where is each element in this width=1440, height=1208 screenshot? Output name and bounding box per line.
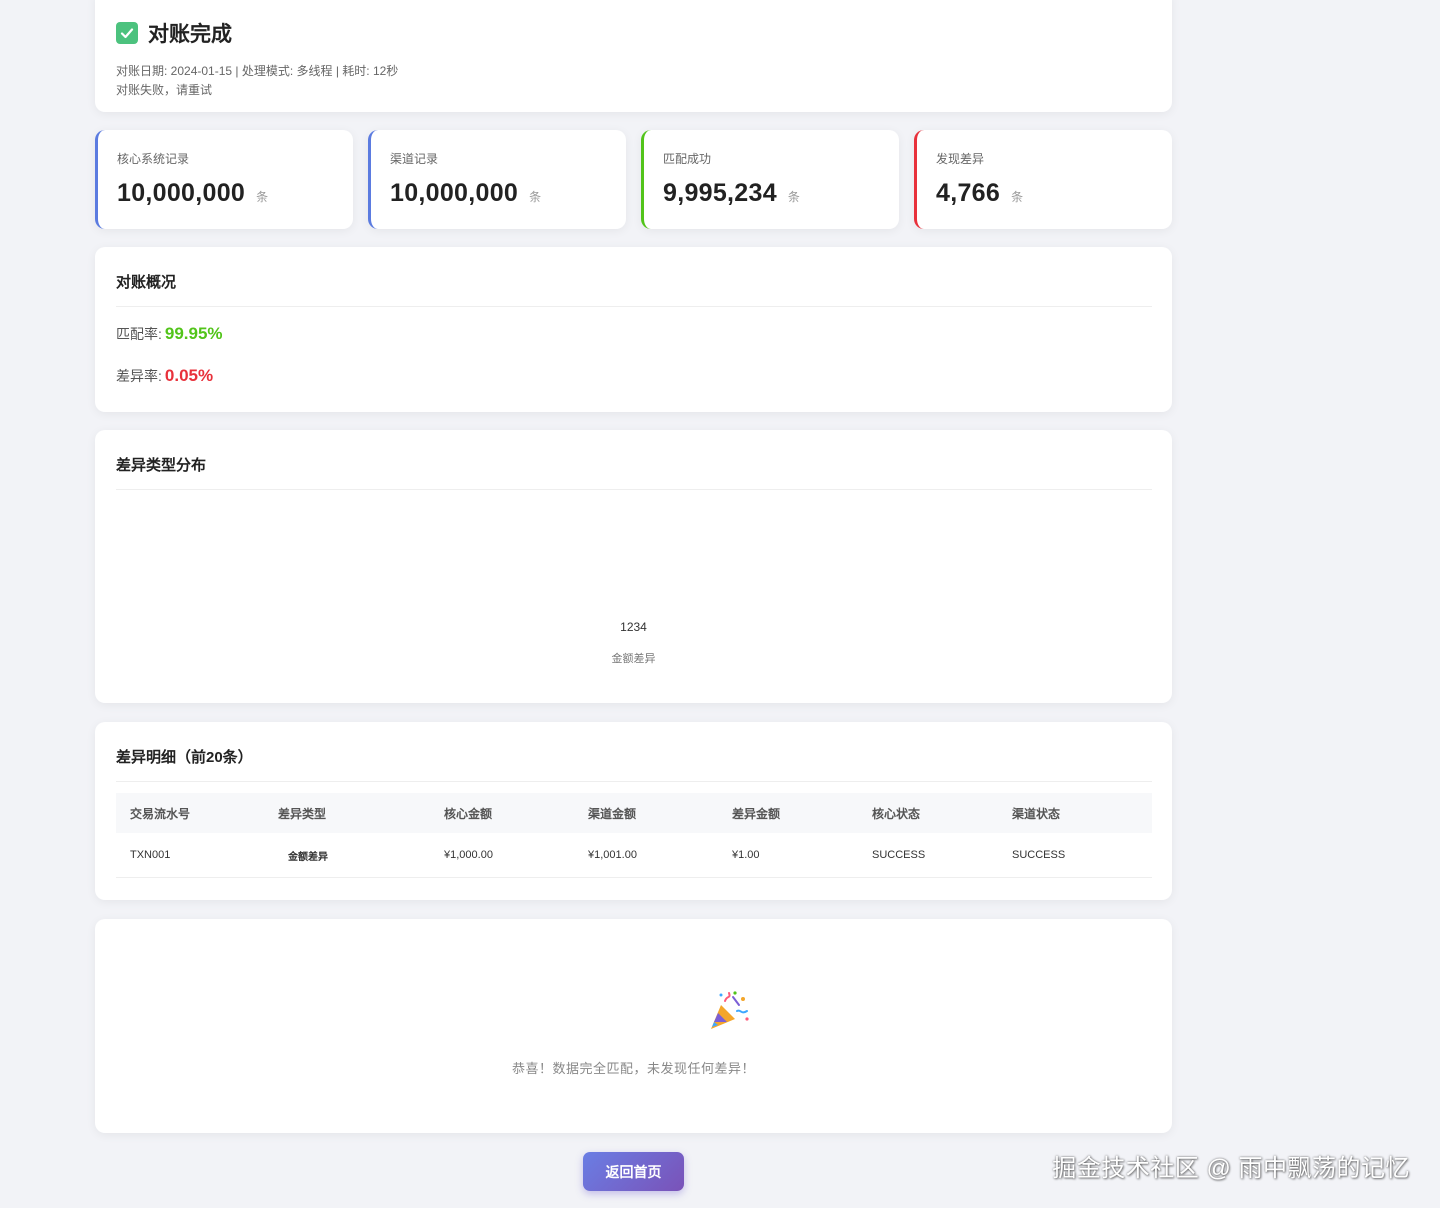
- table-cell: ¥1,001.00: [588, 849, 637, 861]
- diff-rate-row: 差异率: 0.05%: [116, 366, 1152, 386]
- page: 对账完成 对账日期: 2024-01-15 | 处理模式: 多线程 | 耗时: …: [0, 0, 1440, 1208]
- stat-label: 渠道记录: [390, 152, 439, 166]
- column-header: 差异金额: [732, 806, 781, 821]
- header-title-row: 对账完成: [116, 18, 1151, 48]
- diff-rate-value: 0.05%: [164, 366, 214, 385]
- match-rate-label: 匹配率:: [116, 326, 162, 342]
- party-popper-icon: [707, 989, 751, 1038]
- back-home-button[interactable]: 返回首页: [583, 1152, 684, 1191]
- stat-unit: 条: [529, 190, 542, 204]
- stat-card-channel-records: 渠道记录 10,000,000 条: [368, 130, 626, 229]
- stat-unit: 条: [1011, 190, 1024, 204]
- stat-unit: 条: [787, 190, 800, 204]
- match-rate-value: 99.95%: [164, 324, 223, 343]
- stat-value: 10,000,000: [117, 179, 246, 207]
- difference-table: 交易流水号 差异类型 核心金额 渠道金额 差异金额 核心状态 渠道状态 TXN0…: [116, 793, 1152, 878]
- diff-type-badge: 金额差异: [288, 851, 328, 863]
- stat-label: 匹配成功: [663, 152, 712, 166]
- section-title: 差异明细（前20条）: [116, 746, 1152, 782]
- checkmark-icon: [116, 22, 138, 44]
- distribution-count: 1234: [620, 620, 647, 634]
- stat-value: 10,000,000: [390, 179, 519, 207]
- stat-value: 9,995,234: [663, 179, 777, 207]
- table-row: TXN001 金额差异 ¥1,000.00 ¥1,001.00 ¥1.00 SU…: [116, 833, 1152, 878]
- match-rate-row: 匹配率: 99.95%: [116, 324, 1152, 344]
- column-header: 交易流水号: [130, 806, 191, 821]
- section-title: 差异类型分布: [116, 454, 1152, 490]
- table-cell: ¥1,000.00: [444, 849, 493, 861]
- column-header: 渠道状态: [1012, 806, 1061, 821]
- watermark: 掘金技术社区 @ 雨中飘荡的记忆: [1052, 1155, 1410, 1182]
- column-header: 差异类型: [278, 806, 327, 821]
- stat-label: 发现差异: [936, 152, 985, 166]
- stat-value: 4,766: [936, 179, 1001, 207]
- distribution-card: 差异类型分布 1234 金额差异: [95, 430, 1172, 703]
- table-header: 交易流水号 差异类型 核心金额 渠道金额 差异金额 核心状态 渠道状态: [116, 793, 1152, 833]
- section-title: 对账概况: [116, 271, 1152, 307]
- error-message: 对账失败，请重试: [116, 83, 213, 97]
- column-header: 核心金额: [444, 806, 493, 821]
- page-title: 对账完成: [148, 23, 232, 46]
- overview-card: 对账概况 匹配率: 99.95% 差异率: 0.05%: [95, 247, 1172, 412]
- table-cell: SUCCESS: [1012, 849, 1066, 861]
- stat-unit: 条: [256, 190, 269, 204]
- stat-card-matched: 匹配成功 9,995,234 条: [641, 130, 899, 229]
- column-header: 渠道金额: [588, 806, 637, 821]
- detail-card: 差异明细（前20条） 交易流水号 差异类型 核心金额 渠道金额 差异金额 核心状…: [95, 722, 1172, 900]
- distribution-label: 金额差异: [611, 653, 656, 665]
- empty-state-card: 恭喜！数据完全匹配，未发现任何差异！: [95, 919, 1172, 1133]
- stat-label: 核心系统记录: [117, 152, 190, 166]
- diff-rate-label: 差异率:: [116, 368, 162, 384]
- result-header-card: 对账完成 对账日期: 2024-01-15 | 处理模式: 多线程 | 耗时: …: [95, 0, 1172, 112]
- reconcile-meta: 对账日期: 2024-01-15 | 处理模式: 多线程 | 耗时: 12秒: [116, 64, 399, 78]
- stat-card-core-records: 核心系统记录 10,000,000 条: [95, 130, 353, 229]
- empty-state-message: 恭喜！数据完全匹配，未发现任何差异！: [511, 1061, 755, 1076]
- table-cell: ¥1.00: [732, 849, 760, 861]
- table-cell: TXN001: [130, 849, 171, 861]
- table-cell: SUCCESS: [872, 849, 926, 861]
- stat-card-differences: 发现差异 4,766 条: [914, 130, 1172, 229]
- column-header: 核心状态: [872, 806, 921, 821]
